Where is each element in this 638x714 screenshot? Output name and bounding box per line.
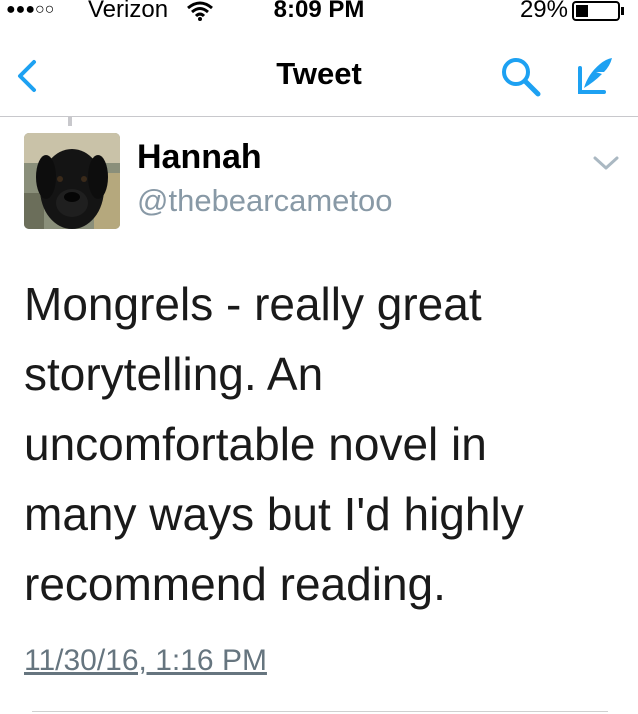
battery-icon	[572, 1, 624, 21]
battery-percent: 29%	[519, 0, 568, 23]
user-handle[interactable]: @thebearcametoo	[137, 181, 393, 221]
battery-fill	[576, 5, 588, 17]
tweet-text-line: storytelling. An	[24, 348, 324, 400]
tweet-detail: Hannah @thebearcametoo Mongrels - really…	[0, 117, 638, 714]
chevron-down-icon[interactable]	[592, 155, 620, 171]
dog-avatar-icon	[24, 133, 120, 229]
tweet-text-line: many ways but I'd highly	[24, 488, 524, 540]
status-bar: ●●●○○ Verizon 8:09 PM 29%	[0, 0, 638, 40]
tweet-text-line: Mongrels - really great	[24, 278, 482, 330]
tweet-text-line: uncomfortable novel in	[24, 418, 487, 470]
display-name[interactable]: Hannah	[137, 137, 262, 177]
avatar[interactable]	[24, 133, 120, 229]
search-icon[interactable]	[498, 54, 542, 98]
tweet-text-line: recommend reading.	[24, 558, 446, 610]
tweet-text: Mongrels - really great storytelling. An u…	[24, 269, 624, 619]
divider	[32, 711, 608, 712]
compose-icon[interactable]	[570, 54, 616, 98]
page-title: Tweet	[276, 56, 362, 91]
tweet-timestamp[interactable]: 11/30/16, 1:16 PM	[24, 641, 267, 681]
navigation-bar: Tweet	[0, 40, 638, 117]
